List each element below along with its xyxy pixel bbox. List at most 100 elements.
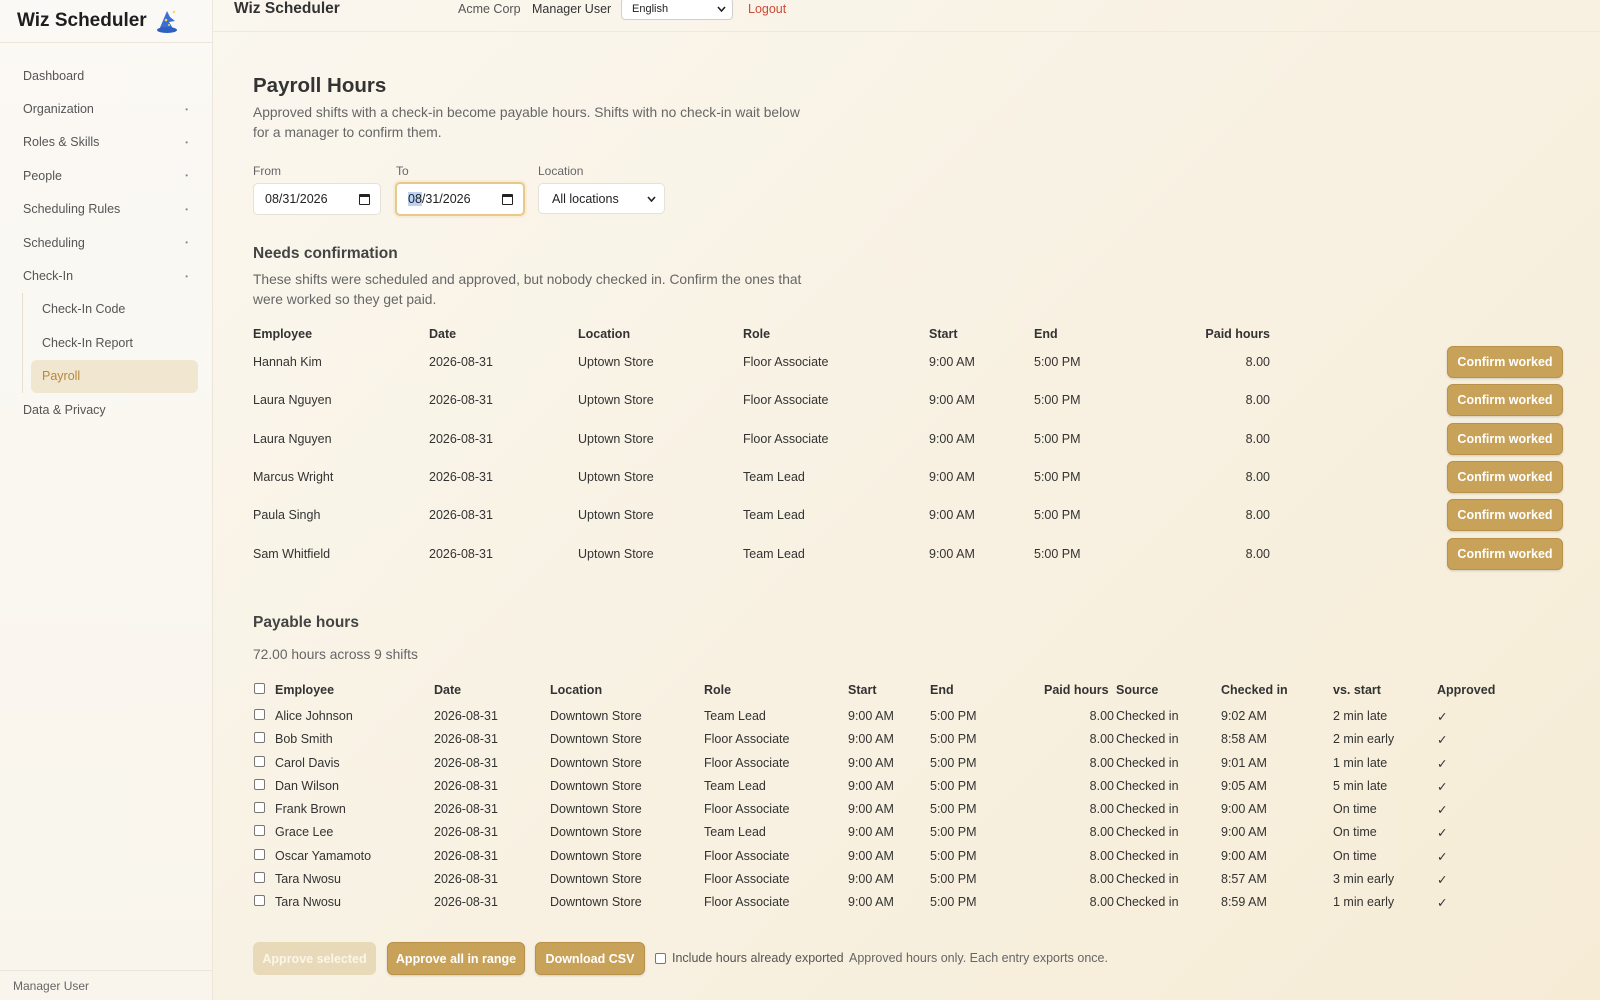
export-note: Approved hours only. Each entry exports …	[849, 951, 1108, 965]
column-header-start: Start	[929, 327, 958, 341]
row-select-checkbox[interactable]	[254, 778, 265, 790]
approve-selected-button[interactable]: Approve selected	[253, 942, 376, 975]
brand-name: Wiz Scheduler	[17, 10, 147, 31]
chevron-icon: •	[185, 137, 188, 147]
sidebar-item-data-privacy[interactable]: Data & Privacy	[0, 393, 212, 426]
location-select[interactable]: All locations	[538, 183, 665, 214]
select-all-checkbox[interactable]	[254, 683, 265, 694]
calendar-icon[interactable]	[502, 193, 513, 205]
cell-end: 5:00 PM	[930, 709, 977, 723]
table-row: Bob Smith 2026-08-31 Downtown Store Floor A…	[253, 729, 1563, 752]
confirm-worked-button[interactable]: Confirm worked	[1447, 422, 1563, 455]
row-select-checkbox[interactable]	[254, 825, 265, 837]
row-select-checkbox[interactable]	[254, 755, 265, 767]
sidebar: Wiz Scheduler Dashboard Organization • Role…	[0, 0, 213, 1000]
cell-approved: ✓	[1437, 849, 1448, 864]
sidebar-item-check-in-report[interactable]: Check-In Report	[31, 326, 212, 359]
row-select-checkbox[interactable]	[254, 732, 265, 744]
sidebar-item-check-in[interactable]: Check-In •	[0, 259, 212, 292]
column-header-source: Source	[1116, 683, 1159, 697]
row-select-checkbox[interactable]	[254, 848, 265, 860]
cell-approved: ✓	[1437, 896, 1448, 911]
cell-paid-hours: 8.00	[1245, 546, 1270, 561]
cell-date: 2026-08-31	[429, 546, 493, 561]
approve-all-button[interactable]: Approve all in range	[387, 942, 525, 975]
column-header-checked-in: Checked in	[1221, 683, 1288, 697]
cell-employee: Dan Wilson	[275, 778, 339, 793]
cell-employee: Marcus Wright	[253, 470, 334, 485]
cell-location: Downtown Store	[550, 755, 642, 770]
cell-start: 9:00 AM	[929, 355, 975, 370]
cell-start: 9:00 AM	[929, 470, 975, 485]
cell-start: 9:00 AM	[929, 508, 975, 523]
sidebar-item-scheduling-rules[interactable]: Scheduling Rules •	[0, 193, 212, 226]
cell-source: Checked in	[1116, 825, 1179, 840]
confirm-worked-button[interactable]: Confirm worked	[1447, 537, 1563, 570]
column-header-date: Date	[434, 683, 462, 697]
table-header: Employee Date Location Role Start End Paid hou…	[253, 680, 1563, 706]
cell-role: Floor Associate	[743, 431, 829, 446]
sidebar-item-payroll[interactable]: Payroll	[31, 359, 198, 393]
row-select-checkbox[interactable]	[254, 709, 265, 720]
sidebar-footer-user[interactable]: Manager User	[0, 970, 212, 1000]
cell-role: Floor Associate	[704, 802, 790, 817]
cell-paid: 8.00	[1089, 709, 1114, 723]
sidebar-item-label: Check-In Code	[42, 302, 126, 317]
calendar-icon[interactable]	[359, 193, 370, 205]
cell-location: Downtown Store	[550, 732, 642, 747]
table-row: Laura Nguyen 2026-08-31 Uptown Store Floor …	[253, 420, 1563, 458]
payable-summary: 72.00 hours across 9 shifts	[253, 647, 418, 662]
sidebar-item-label: Organization	[23, 102, 94, 117]
sidebar-item-dashboard[interactable]: Dashboard	[0, 59, 212, 92]
table-row: Laura Nguyen 2026-08-31 Uptown Store Floor …	[253, 381, 1563, 419]
cell-source: Checked in	[1116, 802, 1179, 817]
row-select-checkbox[interactable]	[254, 802, 265, 814]
page-intro: Approved shifts with a check-in become p…	[253, 105, 800, 140]
confirm-worked-button[interactable]: Confirm worked	[1447, 461, 1563, 494]
needs-confirmation-table: Employee Date Location Role Start End Paid hou…	[253, 325, 1563, 573]
confirm-worked-button[interactable]: Confirm worked	[1447, 499, 1563, 532]
to-date-rest: /31/2026	[421, 192, 471, 206]
cell-end: 5:00 PM	[930, 895, 977, 910]
sidebar-item-label: Roles & Skills	[23, 135, 100, 150]
include-exported-checkbox[interactable]	[655, 953, 666, 964]
from-label: From	[253, 164, 281, 178]
cell-checked-in: 8:57 AM	[1221, 872, 1267, 887]
row-select-checkbox[interactable]	[254, 872, 265, 884]
to-date-value: 08/31/2026	[408, 192, 471, 206]
table-row: Alice Johnson 2026-08-31 Downtown Store Tea…	[253, 706, 1563, 729]
cell-end: 5:00 PM	[1034, 355, 1081, 370]
language-select[interactable]: English	[621, 0, 733, 20]
cell-paid: 8.00	[1089, 848, 1114, 863]
sidebar-item-roles-skills[interactable]: Roles & Skills •	[0, 126, 212, 159]
cell-start: 9:00 AM	[848, 872, 894, 887]
cell-role: Floor Associate	[743, 355, 829, 370]
sidebar-item-organization[interactable]: Organization •	[0, 92, 212, 125]
cell-paid: 8.00	[1089, 802, 1114, 817]
table-header: Employee Date Location Role Start End Paid hou…	[253, 325, 1563, 345]
sidebar-item-check-in-code[interactable]: Check-In Code	[31, 293, 212, 326]
cell-location: Downtown Store	[550, 872, 642, 887]
cell-source: Checked in	[1116, 732, 1179, 747]
cell-start: 9:00 AM	[848, 709, 894, 723]
sidebar-item-scheduling[interactable]: Scheduling •	[0, 226, 212, 259]
include-exported-label[interactable]: Include hours already exported	[672, 951, 844, 965]
confirm-worked-button[interactable]: Confirm worked	[1447, 384, 1563, 417]
confirm-worked-button[interactable]: Confirm worked	[1447, 346, 1563, 379]
cell-start: 9:00 AM	[848, 732, 894, 747]
to-label: To	[396, 164, 409, 178]
from-date-input[interactable]: 08/31/2026	[253, 183, 381, 215]
cell-start: 9:00 AM	[848, 848, 894, 863]
checkin-subnav: Check-In Code Check-In Report Payroll	[22, 292, 212, 393]
cell-location: Downtown Store	[550, 825, 642, 840]
cell-role: Floor Associate	[743, 393, 829, 408]
to-date-input[interactable]: 08/31/2026	[395, 182, 525, 216]
table-row: Carol Davis 2026-08-31 Downtown Store Floor…	[253, 753, 1563, 776]
download-csv-button[interactable]: Download CSV	[535, 942, 645, 975]
logout-link[interactable]: Logout	[748, 2, 786, 16]
cell-employee: Laura Nguyen	[253, 431, 332, 446]
row-select-checkbox[interactable]	[254, 895, 265, 907]
brand[interactable]: Wiz Scheduler	[0, 0, 212, 43]
org-name: Acme Corp	[458, 2, 521, 16]
sidebar-item-people[interactable]: People •	[0, 159, 212, 192]
